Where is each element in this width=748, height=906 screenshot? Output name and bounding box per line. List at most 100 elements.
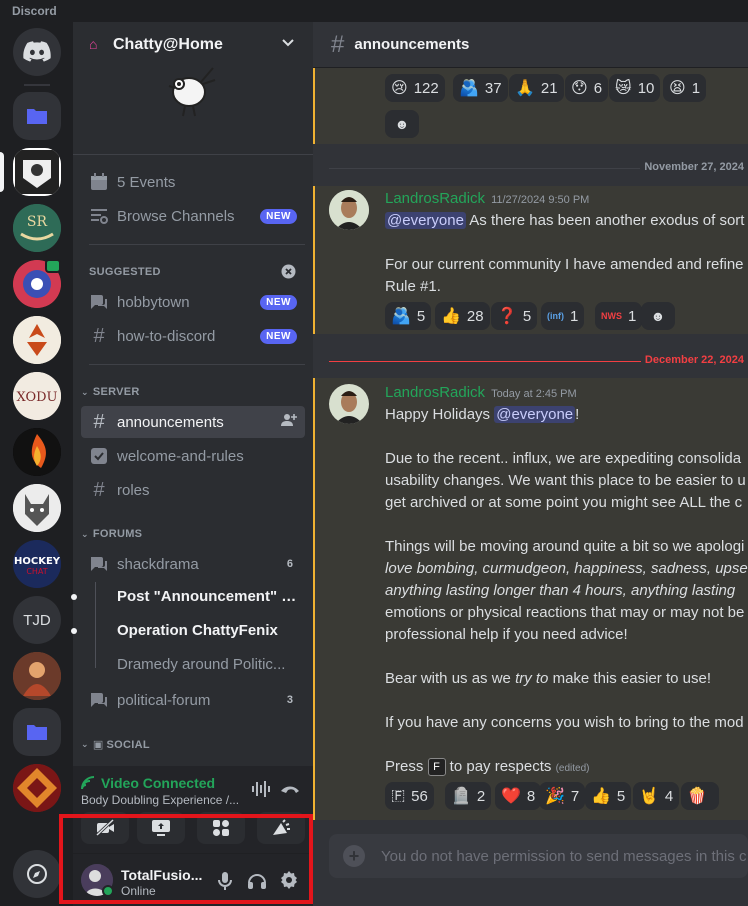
reaction-button[interactable]: 😢 122: [385, 74, 445, 102]
channel-label: announcements: [117, 413, 224, 431]
svg-text:CHAT: CHAT: [26, 567, 47, 576]
voice-status[interactable]: Video Connected: [101, 775, 215, 791]
server-xodus[interactable]: XODU: [13, 372, 61, 420]
message-line: Rule #1.: [385, 278, 441, 295]
add-reaction-button[interactable]: ☻: [641, 302, 675, 330]
voice-channel-name[interactable]: Body Doubling Experience /...: [81, 793, 239, 807]
screen-share-button[interactable]: [137, 812, 185, 844]
reaction-button[interactable]: ❤️ 8: [495, 782, 542, 810]
avatar[interactable]: [329, 384, 369, 424]
rail-divider: [24, 84, 50, 86]
message-input[interactable]: + You do not have permission to send mes…: [329, 834, 748, 878]
camera-off-button[interactable]: [81, 812, 129, 844]
reaction-button[interactable]: 🫂 37: [453, 74, 508, 102]
server-warrior[interactable]: [13, 652, 61, 700]
everyone-mention[interactable]: @everyone: [385, 212, 466, 229]
browse-channels-item[interactable]: Browse Channels NEW: [81, 200, 305, 232]
channel-how-to-discord[interactable]: # how-to-discord NEW: [81, 320, 305, 352]
reaction-button[interactable]: 🫂 5: [385, 302, 432, 330]
server-category-header[interactable]: ⌄ SERVER: [81, 386, 140, 398]
thread-dramedy[interactable]: Dramedy around Politic...: [117, 656, 297, 673]
channel-announcements-selected[interactable]: # announcements: [81, 406, 305, 438]
reaction-button[interactable]: 🎉 7: [539, 782, 586, 810]
reaction-button[interactable]: NWS 1: [595, 302, 643, 330]
disconnect-icon[interactable]: [279, 780, 301, 802]
reaction-count: 28: [466, 307, 484, 325]
message-header: LandrosRadick Today at 2:45 PM: [385, 382, 577, 405]
add-reaction-button[interactable]: ☻: [385, 110, 419, 138]
thread-operation-chattyfenix[interactable]: Operation ChattyFenix: [117, 622, 297, 639]
reaction-button[interactable]: 🍿: [681, 782, 719, 810]
reaction-emoji: 🍿: [687, 788, 707, 805]
microphone-icon[interactable]: [217, 871, 233, 895]
social-category-header[interactable]: ⌄ ▣ SOCIAL: [81, 738, 150, 752]
server-phoenix[interactable]: [13, 316, 61, 364]
server-sr[interactable]: SR: [13, 204, 61, 252]
attach-plus-icon[interactable]: +: [343, 845, 365, 867]
reaction-count: 4: [664, 787, 674, 805]
reaction-button[interactable]: 🇫 56: [385, 782, 434, 810]
server-ornament[interactable]: [13, 764, 61, 812]
reaction-emoji: 🙏: [515, 80, 535, 97]
channel-shackdrama[interactable]: shackdrama 6: [81, 548, 305, 580]
channel-roles[interactable]: # roles: [81, 474, 305, 506]
soundboard-button[interactable]: [257, 812, 305, 844]
folder-icon-2[interactable]: [13, 708, 61, 756]
reaction-button[interactable]: 👍 28: [435, 302, 490, 330]
reaction-emoji: 😢: [391, 80, 408, 97]
everyone-mention[interactable]: @everyone: [494, 406, 576, 423]
thread-post-announcement[interactable]: Post "Announcement" S...: [117, 588, 297, 605]
reaction-button[interactable]: 😫 1: [663, 74, 707, 102]
channel-political-forum[interactable]: political-forum 3: [81, 684, 305, 716]
avatar[interactable]: [329, 190, 369, 230]
message-header: LandrosRadick 11/27/2024 9:50 PM: [385, 188, 589, 211]
channel-welcome-and-rules[interactable]: welcome-and-rules: [81, 440, 305, 472]
headphones-icon[interactable]: [247, 871, 267, 893]
reaction-button[interactable]: 🪦 2: [445, 782, 492, 810]
f-key-icon: F: [427, 758, 446, 777]
message-line: @everyone As there has been another exod…: [385, 212, 745, 229]
discover-compass-icon[interactable]: [13, 850, 61, 898]
channel-title: announcements: [354, 36, 470, 53]
reaction-emoji: 🫂: [459, 80, 479, 97]
noise-suppression-icon[interactable]: [251, 780, 271, 802]
reaction-button[interactable]: ❓ 5: [491, 302, 538, 330]
forums-category-header[interactable]: ⌄ FORUMS: [81, 528, 142, 540]
server-hockey-chat[interactable]: HOCKEY CHAT: [13, 540, 61, 588]
author-name[interactable]: LandrosRadick: [385, 384, 485, 401]
server-tjd[interactable]: TJD: [13, 596, 61, 644]
message-line: Due to the recent.. influx, we are exped…: [385, 450, 742, 467]
activities-button[interactable]: [197, 812, 245, 844]
reaction-emoji: ❤️: [501, 788, 521, 805]
reaction-button[interactable]: 👍 5: [585, 782, 632, 810]
server-wolf[interactable]: [13, 484, 61, 532]
reaction-button[interactable]: 😿 10: [609, 74, 661, 102]
channel-hobbytown[interactable]: hobbytown NEW: [81, 286, 305, 318]
date-divider: November 27, 2024: [329, 161, 748, 173]
server-tjd-initials: TJD: [23, 611, 51, 629]
settings-gear-icon[interactable]: [279, 870, 299, 894]
channel-header: # announcements: [313, 22, 748, 68]
reaction-count: 7: [570, 787, 580, 805]
server-chatty-at-home[interactable]: [13, 148, 61, 196]
events-item[interactable]: 5 Events: [81, 166, 305, 198]
reaction-button[interactable]: 🤘 4: [633, 782, 680, 810]
edited-label: (edited): [555, 763, 590, 774]
reaction-button[interactable]: 😯 6: [565, 74, 609, 102]
user-status: Online: [121, 884, 156, 898]
add-member-icon[interactable]: [281, 412, 297, 432]
home-icon[interactable]: [13, 28, 61, 76]
folder-icon[interactable]: [13, 92, 61, 140]
svg-text:HOCKEY: HOCKEY: [14, 556, 61, 567]
author-name[interactable]: LandrosRadick: [385, 190, 485, 207]
reaction-emoji: 😯: [571, 80, 588, 97]
hash-icon: #: [331, 30, 345, 58]
server-fire[interactable]: [13, 428, 61, 476]
username[interactable]: TotalFusio...: [121, 867, 202, 883]
browse-channels-icon: [89, 207, 109, 225]
dismiss-suggested-icon[interactable]: [281, 264, 296, 283]
server-header[interactable]: ⌂ Chatty@Home: [73, 22, 313, 66]
reaction-button[interactable]: 🙏 21: [509, 74, 564, 102]
reaction-button[interactable]: (inf) 1: [541, 302, 585, 330]
reaction-emoji: 🎉: [545, 788, 565, 805]
